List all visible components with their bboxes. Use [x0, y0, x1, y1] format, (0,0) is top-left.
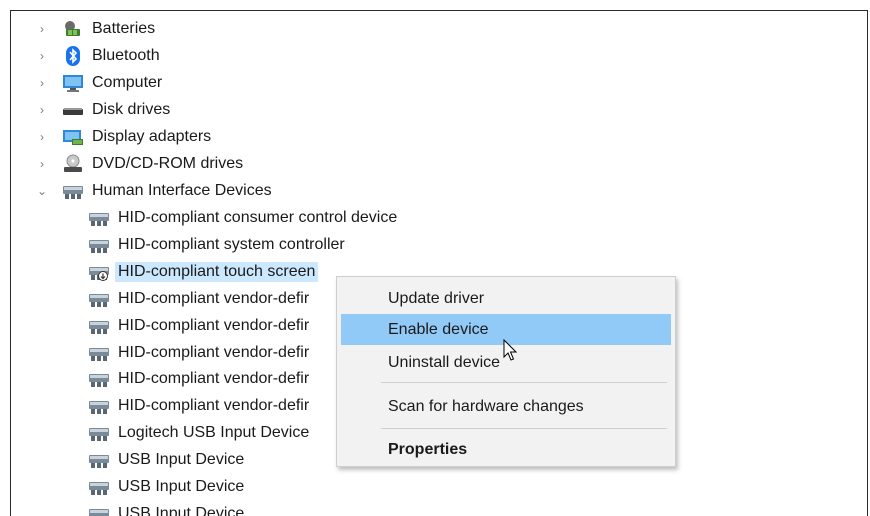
tree-device-label: USB Input Device	[118, 451, 245, 468]
tree-device-label: HID-compliant vendor-defir	[118, 290, 310, 307]
disk-drive-icon	[62, 100, 84, 120]
tree-item-bluetooth[interactable]: › Bluetooth	[36, 43, 160, 69]
menu-separator	[381, 382, 667, 383]
menu-item-scan-hardware[interactable]: Scan for hardware changes	[341, 391, 671, 422]
tree-item-label: Display adapters	[92, 128, 212, 145]
tree-item-label: Human Interface Devices	[92, 182, 272, 199]
hid-device-icon	[88, 450, 110, 470]
hid-icon	[62, 181, 84, 201]
hid-device-icon	[88, 343, 110, 363]
chevron-right-icon[interactable]: ›	[36, 77, 48, 89]
tree-device-item[interactable]: Logitech USB Input Device	[88, 420, 309, 446]
tree-device-label: HID-compliant vendor-defir	[118, 344, 310, 361]
hid-device-icon	[88, 208, 110, 228]
hid-device-icon	[88, 369, 110, 389]
bluetooth-icon	[62, 46, 84, 66]
tree-device-item[interactable]: HID-compliant vendor-defir	[88, 366, 309, 392]
tree-item-dvd-drives[interactable]: › DVD/CD-ROM drives	[36, 151, 243, 177]
hid-device-icon	[88, 423, 110, 443]
tree-device-label: USB Input Device	[118, 505, 245, 516]
hid-device-icon	[88, 289, 110, 309]
tree-item-batteries[interactable]: › Batteries	[36, 16, 155, 42]
device-manager-window: › Batteries › Bluetooth › Computer › Dis…	[0, 0, 870, 516]
chevron-right-icon[interactable]: ›	[36, 23, 48, 35]
tree-device-label: HID-compliant system controller	[118, 236, 345, 253]
hid-device-icon	[88, 235, 110, 255]
tree-device-item[interactable]: HID-compliant system controller	[88, 232, 345, 258]
tree-item-label: Disk drives	[92, 101, 171, 118]
tree-item-disk-drives[interactable]: › Disk drives	[36, 97, 170, 123]
tree-item-human-interface-devices[interactable]: ⌄ Human Interface Devices	[36, 178, 272, 204]
tree-device-label: HID-compliant touch screen	[115, 262, 319, 282]
tree-device-item[interactable]: USB Input Device	[88, 501, 244, 516]
tree-device-item[interactable]: HID-compliant vendor-defir	[88, 340, 309, 366]
chevron-right-icon[interactable]: ›	[36, 131, 48, 143]
tree-item-computer[interactable]: › Computer	[36, 70, 162, 96]
battery-icon	[62, 19, 84, 39]
tree-device-label: HID-compliant consumer control device	[118, 209, 398, 226]
tree-device-item[interactable]: HID-compliant vendor-defir	[88, 286, 309, 312]
chevron-down-icon[interactable]: ⌄	[36, 185, 48, 197]
display-adapter-icon	[62, 127, 84, 147]
mouse-cursor-icon	[503, 339, 518, 361]
chevron-right-icon[interactable]: ›	[36, 50, 48, 62]
chevron-right-icon[interactable]: ›	[36, 158, 48, 170]
tree-item-label: Computer	[92, 74, 163, 91]
dvd-drive-icon	[62, 154, 84, 174]
hid-device-icon	[88, 316, 110, 336]
tree-device-label: USB Input Device	[118, 478, 245, 495]
tree-device-item[interactable]: HID-compliant vendor-defir	[88, 313, 309, 339]
chevron-right-icon[interactable]: ›	[36, 104, 48, 116]
computer-icon	[62, 73, 84, 93]
menu-separator	[381, 428, 667, 429]
hid-device-icon	[88, 504, 110, 516]
tree-device-label: HID-compliant vendor-defir	[118, 370, 310, 387]
tree-device-label: Logitech USB Input Device	[118, 424, 310, 441]
tree-item-label: Bluetooth	[92, 47, 160, 64]
tree-device-label: HID-compliant vendor-defir	[118, 397, 310, 414]
tree-device-label: HID-compliant vendor-defir	[118, 317, 310, 334]
hid-device-icon	[88, 477, 110, 497]
menu-item-properties[interactable]: Properties	[341, 434, 671, 465]
tree-item-label: Batteries	[92, 20, 156, 37]
tree-device-item[interactable]: HID-compliant vendor-defir	[88, 393, 309, 419]
tree-device-item[interactable]: USB Input Device	[88, 474, 244, 500]
menu-item-update-driver[interactable]: Update driver	[341, 283, 671, 314]
hid-device-icon	[88, 396, 110, 416]
tree-device-item[interactable]: HID-compliant touch screen	[88, 259, 319, 285]
hid-device-disabled-icon	[88, 262, 110, 282]
context-menu: Update driver Enable device Uninstall de…	[336, 276, 676, 467]
tree-item-display-adapters[interactable]: › Display adapters	[36, 124, 211, 150]
tree-device-item[interactable]: HID-compliant consumer control device	[88, 205, 397, 231]
tree-item-label: DVD/CD-ROM drives	[92, 155, 244, 172]
tree-device-item[interactable]: USB Input Device	[88, 447, 244, 473]
